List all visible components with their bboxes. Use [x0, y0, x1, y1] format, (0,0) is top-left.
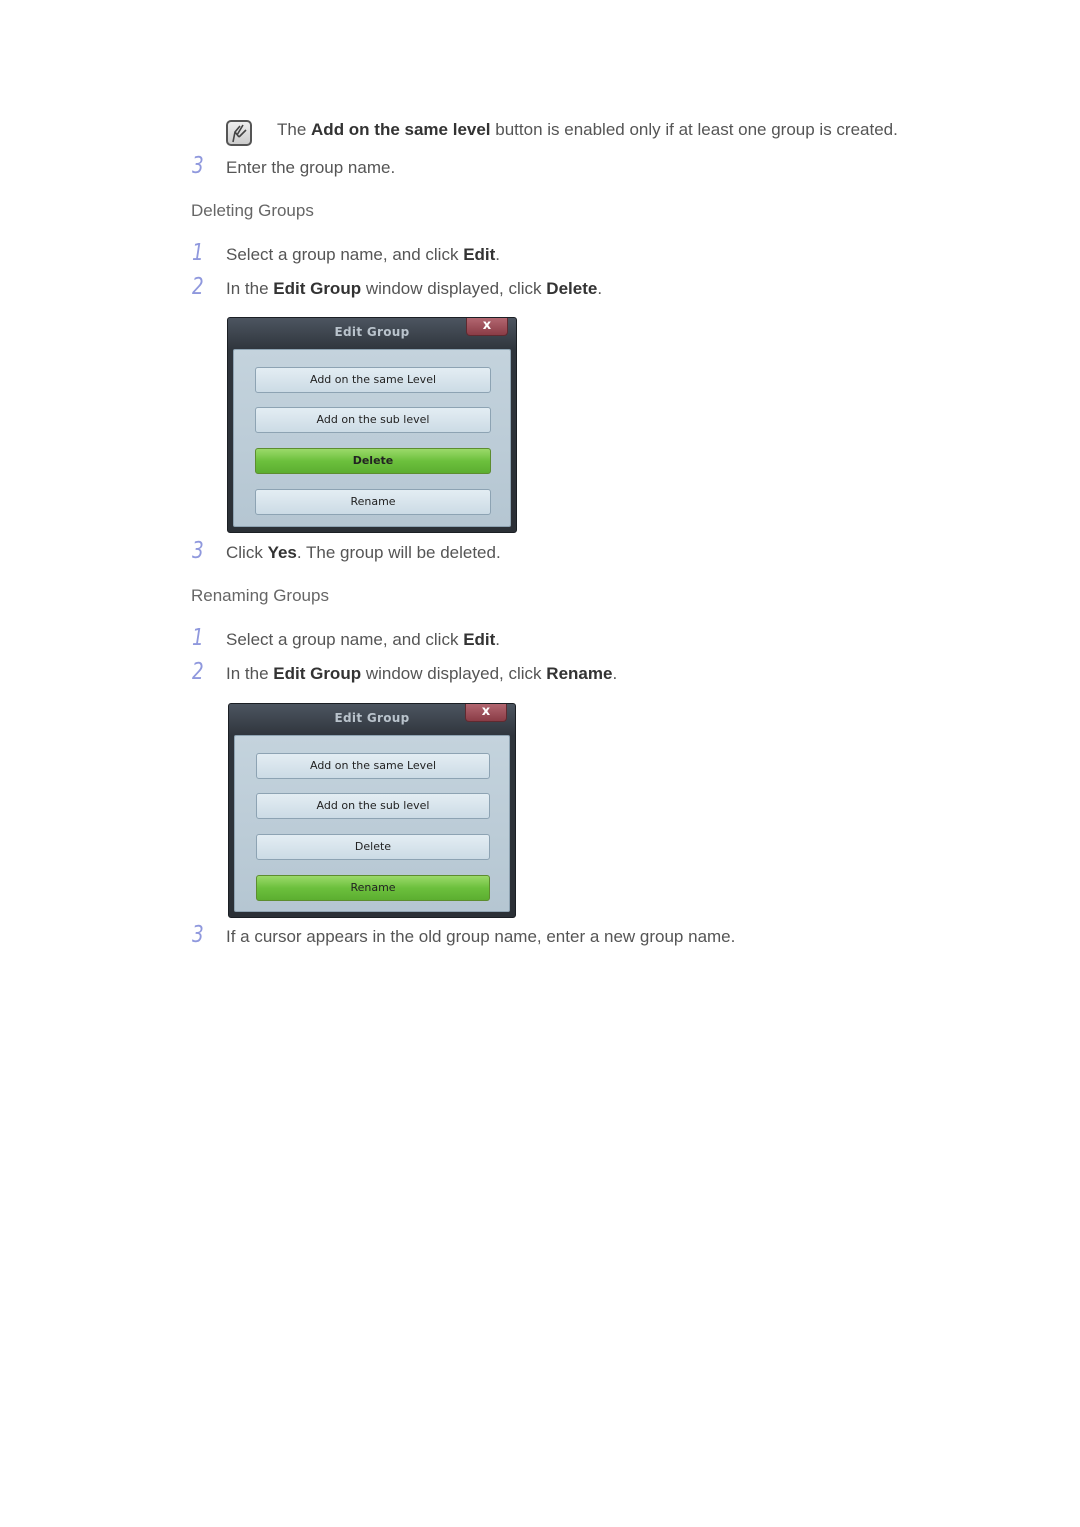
add-sub-level-button[interactable]: Add on the sub level	[255, 407, 491, 433]
step-number: 2	[192, 274, 204, 300]
step-text: Select a group name, and click Edit.	[226, 245, 501, 264]
add-same-level-button[interactable]: Add on the same Level	[255, 367, 491, 393]
rename-button[interactable]: Rename	[255, 489, 491, 515]
step-text: Click Yes. The group will be deleted.	[226, 543, 501, 562]
step-text: Enter the group name.	[226, 158, 396, 177]
close-button[interactable]: x	[466, 318, 508, 336]
edit-group-dialog-delete: Edit Group x Add on the same Level Add o…	[227, 317, 517, 533]
rename-button[interactable]: Rename	[256, 875, 490, 901]
dialog-body: Add on the same Level Add on the sub lev…	[233, 349, 511, 527]
add-same-level-button[interactable]: Add on the same Level	[256, 753, 490, 779]
close-icon: x	[481, 704, 491, 719]
step-text: In the Edit Group window displayed, clic…	[226, 279, 603, 298]
close-button[interactable]: x	[465, 704, 507, 722]
step-text: Select a group name, and click Edit.	[226, 630, 501, 649]
step-text: In the Edit Group window displayed, clic…	[226, 664, 618, 683]
step-number: 2	[192, 659, 204, 685]
dialog-body: Add on the same Level Add on the sub lev…	[234, 735, 510, 912]
close-icon: x	[482, 318, 492, 333]
section-heading-deleting: Deleting Groups	[191, 201, 314, 220]
edit-group-dialog-rename: Edit Group x Add on the same Level Add o…	[228, 703, 516, 918]
note-pencil-icon	[226, 120, 252, 146]
section-heading-renaming: Renaming Groups	[191, 586, 329, 605]
step-number: 3	[192, 153, 204, 179]
delete-button[interactable]: Delete	[256, 834, 490, 860]
note-text: The Add on the same level button is enab…	[277, 120, 898, 139]
step-number: 1	[192, 240, 204, 266]
step-text: If a cursor appears in the old group nam…	[226, 927, 736, 946]
step-number: 1	[192, 625, 204, 651]
delete-button[interactable]: Delete	[255, 448, 491, 474]
step-number: 3	[192, 922, 204, 948]
step-number: 3	[192, 538, 204, 564]
add-sub-level-button[interactable]: Add on the sub level	[256, 793, 490, 819]
